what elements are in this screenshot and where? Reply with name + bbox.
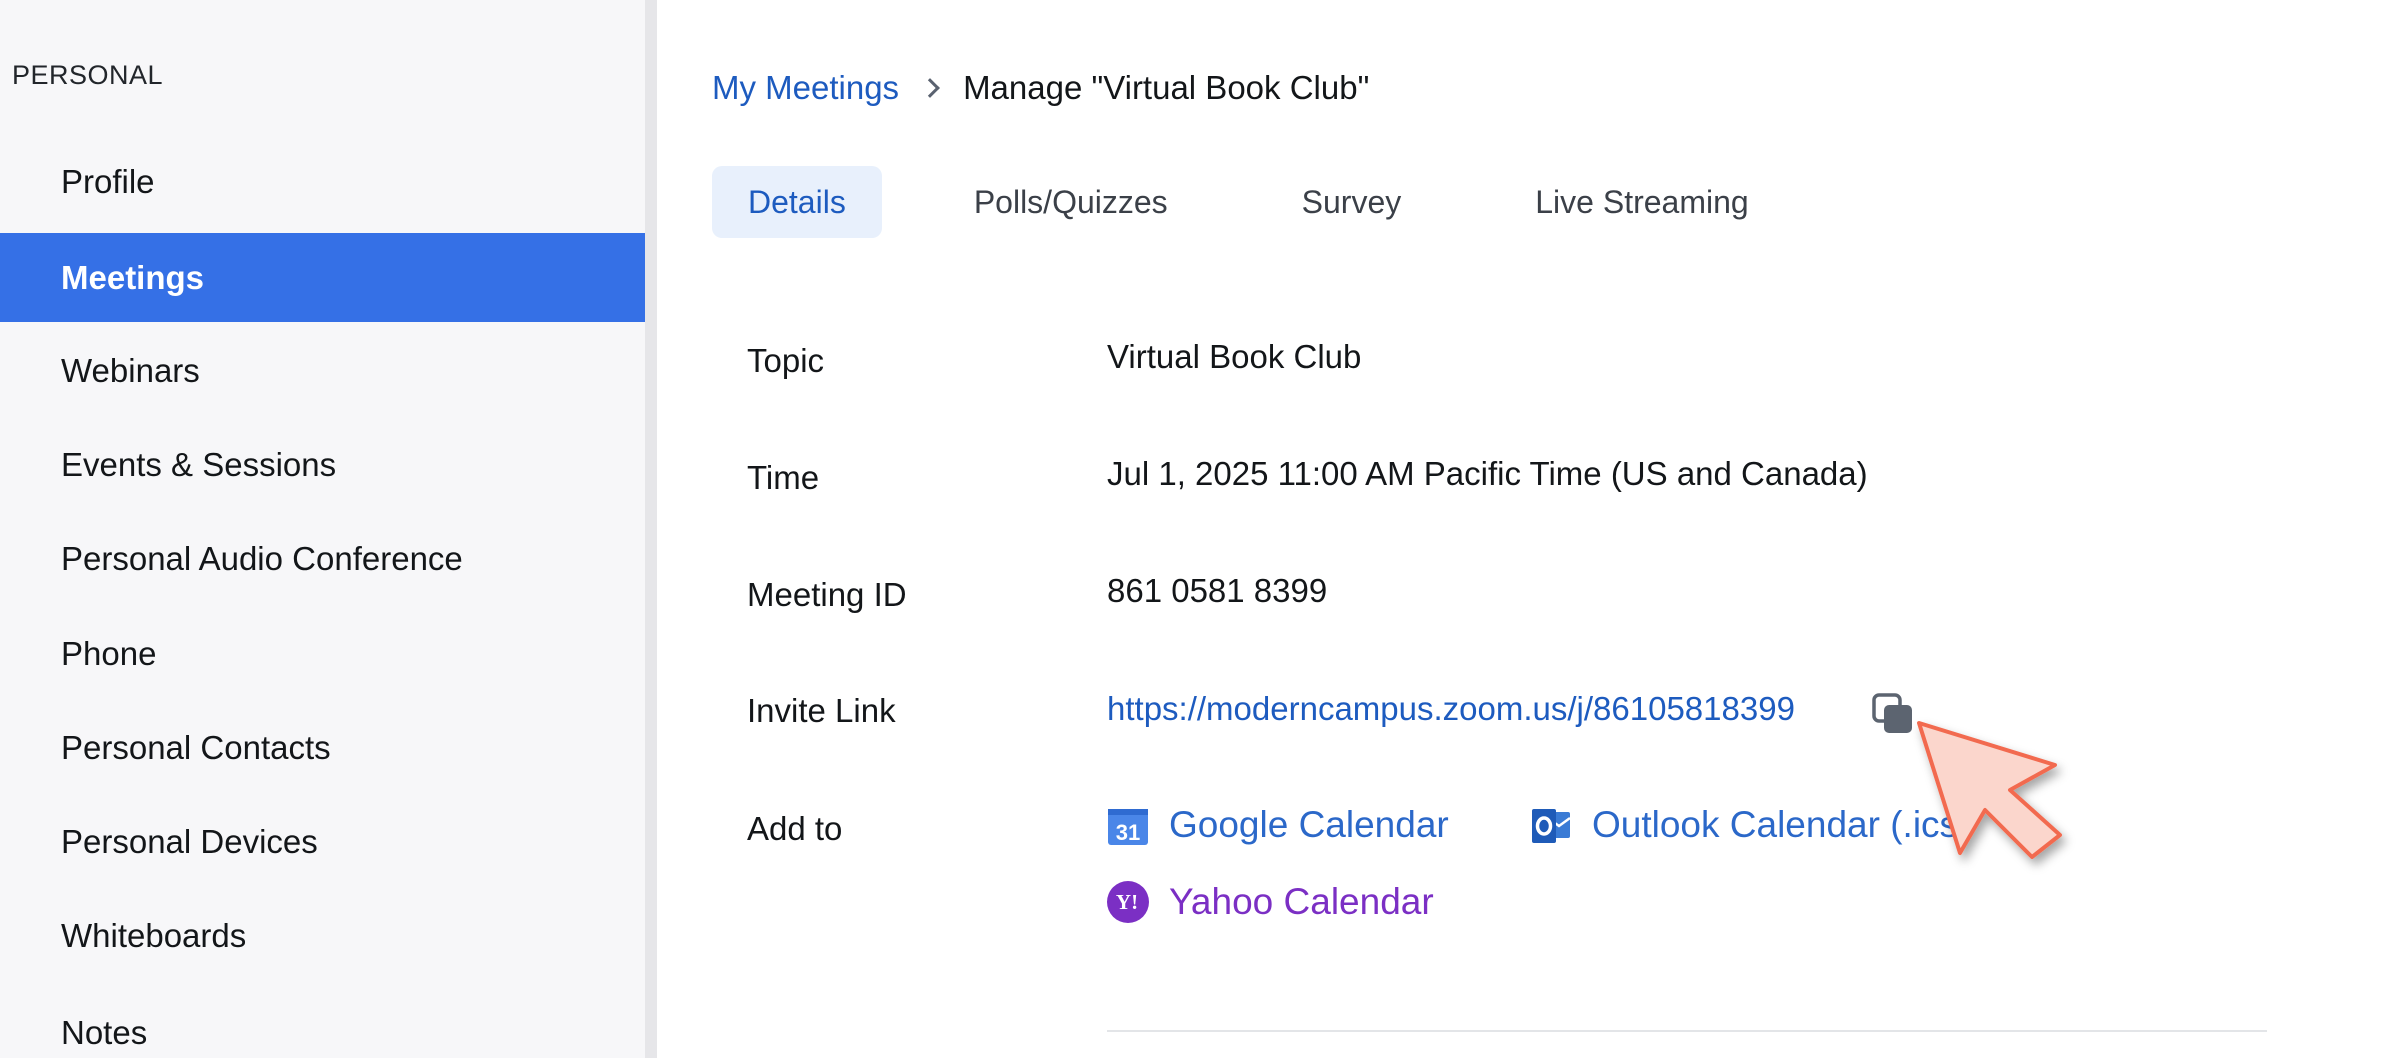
sidebar-item-events-sessions[interactable]: Events & Sessions (0, 420, 645, 510)
main-content: My Meetings Manage "Virtual Book Club" D… (657, 0, 2386, 1058)
topic-label: Topic (747, 342, 825, 379)
sidebar-item-label: Personal Audio Conference (61, 540, 463, 577)
yahoo-calendar-label: Yahoo Calendar (1169, 881, 1434, 922)
sidebar-divider (645, 0, 657, 1058)
sidebar-item-label: Whiteboards (61, 917, 247, 954)
add-to-label: Add to (747, 810, 843, 847)
sidebar-item-label: Personal Contacts (61, 729, 331, 766)
sidebar-item-label: Phone (61, 635, 157, 672)
yahoo-calendar-link[interactable]: Y! Yahoo Calendar (1107, 881, 1434, 923)
tab-live-streaming[interactable]: Live Streaming (1499, 166, 1784, 238)
meeting-id-label: Meeting ID (747, 576, 907, 613)
outlook-calendar-link[interactable]: Outlook Calendar (.ics) (1530, 804, 1970, 846)
chevron-right-icon (920, 78, 940, 98)
yahoo-icon: Y! (1107, 881, 1149, 923)
sidebar-item-whiteboards[interactable]: Whiteboards (0, 891, 645, 981)
sidebar-section-heading: PERSONAL (12, 60, 164, 90)
breadcrumb-my-meetings-link[interactable]: My Meetings (712, 69, 899, 107)
sidebar-item-webinars[interactable]: Webinars (0, 326, 645, 416)
time-label: Time (747, 459, 820, 496)
sidebar-item-meetings[interactable]: Meetings (0, 233, 645, 322)
sidebar-item-label: Personal Devices (61, 823, 318, 860)
sidebar-item-personal-audio-conference[interactable]: Personal Audio Conference (0, 514, 645, 604)
meeting-id-value: 861 0581 8399 (1107, 572, 1328, 609)
sidebar-item-label: Profile (61, 163, 155, 200)
sidebar-item-phone[interactable]: Phone (0, 609, 645, 699)
tab-survey[interactable]: Survey (1266, 166, 1438, 238)
sidebar-item-label: Notes (61, 1014, 148, 1051)
google-calendar-link[interactable]: 31 Google Calendar (1107, 804, 1449, 846)
sidebar-item-notes[interactable]: Notes (0, 985, 645, 1058)
sidebar-item-label: Webinars (61, 352, 200, 389)
breadcrumb-current: Manage "Virtual Book Club" (963, 69, 1370, 106)
sidebar-item-personal-contacts[interactable]: Personal Contacts (0, 703, 645, 793)
breadcrumb: My Meetings Manage "Virtual Book Club" (712, 66, 1369, 110)
section-divider (1107, 1030, 2267, 1032)
invite-link-label: Invite Link (747, 692, 896, 729)
copy-icon[interactable] (1871, 692, 1915, 736)
sidebar: PERSONAL Profile Meetings Webinars Event… (0, 0, 645, 1058)
time-value: Jul 1, 2025 11:00 AM Pacific Time (US an… (1107, 455, 1868, 492)
tab-polls-quizzes[interactable]: Polls/Quizzes (938, 166, 1204, 238)
svg-text:31: 31 (1116, 820, 1140, 845)
sidebar-item-label: Meetings (61, 258, 205, 296)
sidebar-item-label: Events & Sessions (61, 446, 337, 483)
invite-link-url[interactable]: https://moderncampus.zoom.us/j/861058183… (1107, 690, 1795, 728)
outlook-icon (1532, 809, 1571, 843)
svg-text:Y!: Y! (1116, 890, 1138, 914)
zoom-web-portal: PERSONAL Profile Meetings Webinars Event… (0, 0, 2386, 1058)
tab-bar: Details Polls/Quizzes Survey Live Stream… (712, 166, 1803, 238)
topic-value: Virtual Book Club (1107, 338, 1362, 375)
tab-details[interactable]: Details (712, 166, 882, 238)
google-calendar-label: Google Calendar (1169, 804, 1449, 845)
google-calendar-icon: 31 (1108, 809, 1148, 845)
outlook-calendar-label: Outlook Calendar (.ics) (1592, 804, 1971, 845)
sidebar-item-profile[interactable]: Profile (0, 137, 645, 227)
sidebar-item-personal-devices[interactable]: Personal Devices (0, 797, 645, 887)
